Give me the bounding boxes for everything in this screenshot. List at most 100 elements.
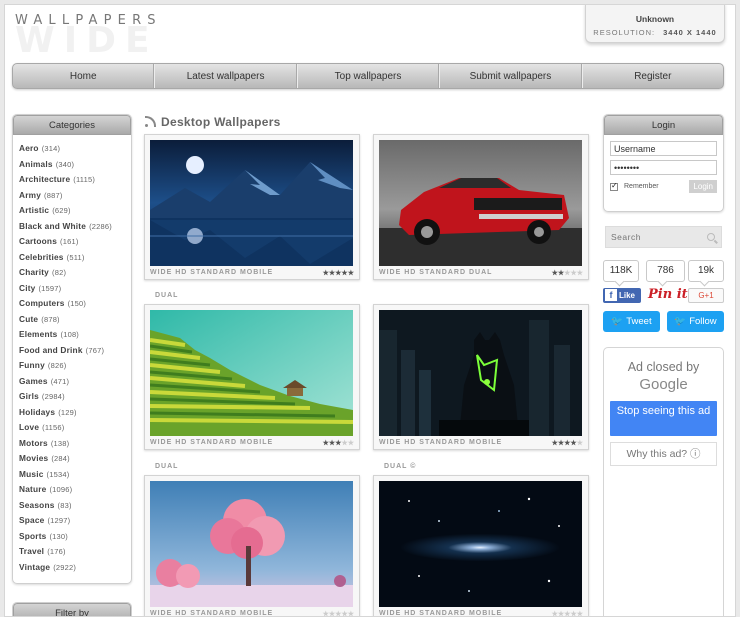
rss-icon[interactable] [145,115,157,127]
rating-stars[interactable]: ★★★★★ [552,610,583,617]
googleplus-button[interactable]: G+1 [688,288,724,303]
category-count: (2286) [89,221,112,231]
category-name: Food and Drink [19,344,83,355]
category-item[interactable]: Aero (314) [19,141,131,157]
wallpaper-thumbnail[interactable] [379,310,582,436]
category-item[interactable]: Computers (150) [19,296,131,312]
category-name: Cute [19,313,39,324]
category-item[interactable]: Architecture (1115) [19,172,131,188]
search-input[interactable] [606,227,696,247]
category-item[interactable]: Games (471) [19,374,131,390]
wallpaper-extra-tag[interactable]: DUAL © [384,463,416,470]
wallpaper-card[interactable]: WIDE HD STANDARD DUAL ★★★★★ [373,134,589,280]
wallpaper-extra-tag[interactable]: DUAL [155,292,178,299]
category-name: Army [19,189,42,200]
category-item[interactable]: Girls (2984) [19,389,131,405]
category-item[interactable]: Vintage (2922) [19,560,131,576]
wallpaper-thumbnail[interactable] [150,481,353,607]
rating-stars[interactable]: ★★★★★ [323,269,354,277]
category-count: (83) [57,500,72,510]
category-name: Holidays [19,406,56,417]
follow-button[interactable]: 🐦 Follow [667,311,724,332]
facebook-like-label: Like [619,291,636,300]
category-item[interactable]: Cartoons (161) [19,234,131,250]
search-icon[interactable] [707,233,715,241]
rating-stars[interactable]: ★★★★★ [323,610,354,617]
wallpaper-card[interactable]: WIDE HD STANDARD MOBILE ★★★★★ [144,475,360,617]
password-field[interactable] [610,160,717,175]
wallpaper-meta: WIDE HD STANDARD MOBILE ★★★★★ [150,607,354,617]
category-count: (1597) [38,283,62,293]
nav-latest-wallpapers[interactable]: Latest wallpapers [154,64,297,88]
nav-top-wallpapers[interactable]: Top wallpapers [296,64,440,88]
wallpaper-thumbnail[interactable] [150,140,353,266]
category-item[interactable]: Black and White (2286) [19,219,131,235]
category-count: (2984) [41,392,65,401]
login-button[interactable]: Login [689,180,717,193]
facebook-like-button[interactable]: f Like [603,288,641,303]
username-field[interactable] [610,141,717,156]
category-item[interactable]: Army (887) [19,188,131,204]
category-item[interactable]: Nature (1096) [19,482,131,498]
category-item[interactable]: Celebrities (511) [19,250,131,266]
pinterest-button[interactable]: Pin it [648,287,688,302]
nav-home[interactable]: Home [13,64,155,88]
category-item[interactable]: Holidays (129) [19,405,131,421]
wallpaper-card[interactable]: WIDE HD STANDARD MOBILE ★★★★★ [373,475,589,617]
category-name: Vintage [19,561,51,572]
wallpaper-tags[interactable]: WIDE HD STANDARD DUAL [379,269,492,276]
logo-big-text: WIDE [15,20,159,61]
category-count: (878) [41,314,60,324]
category-item[interactable]: Charity (82) [19,265,131,281]
category-item[interactable]: Movies (284) [19,451,131,467]
wallpaper-thumbnail[interactable] [379,140,582,266]
stop-seeing-ad-button[interactable]: Stop seeing this ad [610,401,717,436]
category-name: Girls [19,391,39,401]
nav-register[interactable]: Register [581,64,723,88]
category-item[interactable]: Seasons (83) [19,498,131,514]
category-item[interactable]: Elements (108) [19,327,131,343]
category-count: (161) [60,237,79,246]
category-item[interactable]: Artistic (629) [19,203,131,219]
wallpaper-tags[interactable]: WIDE HD STANDARD MOBILE [150,610,273,616]
category-item[interactable]: Funny (826) [19,358,131,374]
wallpaper-thumbnail[interactable] [379,481,582,607]
category-item[interactable]: Travel (176) [19,544,131,560]
category-name: Elements [19,329,58,339]
wallpaper-meta: WIDE HD STANDARD MOBILE ★★★★★ [150,436,354,449]
category-item[interactable]: City (1597) [19,281,131,297]
pinterest-count: 786 [646,260,685,282]
category-item[interactable]: Food and Drink (767) [19,343,131,359]
why-this-ad-button[interactable]: Why this ad? ⓘ [610,442,717,466]
category-name: Artistic [19,205,50,215]
wallpaper-tags[interactable]: WIDE HD STANDARD MOBILE [379,439,502,446]
remember-checkbox[interactable] [610,181,618,191]
wallpaper-tags[interactable]: WIDE HD STANDARD MOBILE [379,610,502,616]
category-item[interactable]: Cute (878) [19,312,131,328]
wallpaper-tags[interactable]: WIDE HD STANDARD MOBILE [150,269,273,276]
category-count: (129) [58,407,77,417]
rating-stars[interactable]: ★★★★★ [323,439,354,447]
nav-submit-wallpapers[interactable]: Submit wallpapers [439,64,582,88]
category-count: (1297) [47,516,71,525]
rating-stars[interactable]: ★★★★★ [552,439,583,447]
category-name: Architecture [19,174,71,184]
wallpaper-thumbnail[interactable] [150,310,353,436]
wallpaper-card[interactable]: WIDE HD STANDARD MOBILE ★★★★★ [144,304,360,450]
wallpaper-tags[interactable]: WIDE HD STANDARD MOBILE [150,439,273,446]
wallpaper-card[interactable]: WIDE HD STANDARD MOBILE ★★★★★ [144,134,360,280]
wallpaper-card[interactable]: WIDE HD STANDARD MOBILE ★★★★★ [373,304,589,450]
category-item[interactable]: Love (1156) [19,420,131,436]
rating-stars[interactable]: ★★★★★ [552,269,583,277]
categories-list: Aero (314) Animals (340) Architecture (1115) A… [13,135,131,575]
category-item[interactable]: Sports (130) [19,529,131,545]
category-item[interactable]: Motors (138) [19,436,131,452]
tweet-button[interactable]: 🐦 Tweet [603,311,660,332]
category-item[interactable]: Space (1297) [19,513,131,529]
category-item[interactable]: Music (1534) [19,467,131,483]
site-logo[interactable]: WALLPAPERS WIDE [15,14,210,61]
category-count: (629) [52,206,71,215]
category-item[interactable]: Animals (340) [19,157,131,173]
category-count: (471) [50,376,70,386]
wallpaper-extra-tag[interactable]: DUAL [155,463,178,470]
